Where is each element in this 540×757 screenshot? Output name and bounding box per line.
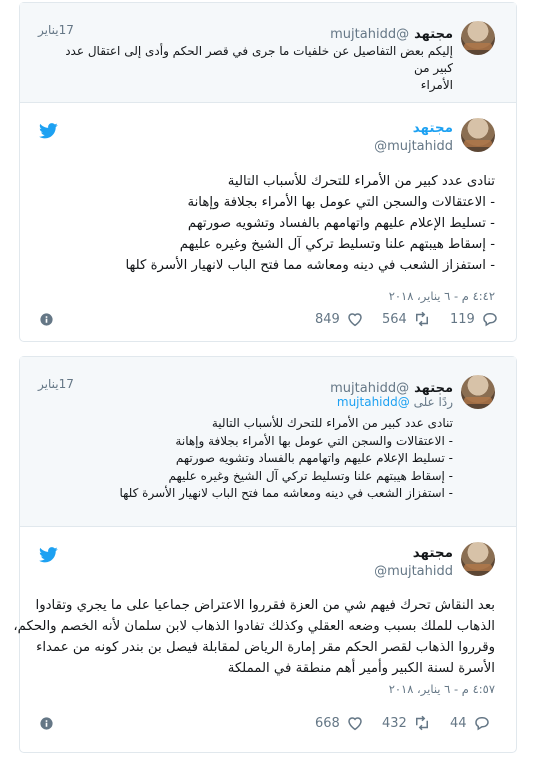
twitter-bird-icon[interactable]: [39, 123, 58, 139]
retweet-icon: [415, 715, 428, 731]
reply-button[interactable]: 119: [450, 310, 499, 328]
timestamp[interactable]: 17يناير: [38, 23, 74, 37]
text-line: - إسقاط هيبتهم علنا وتسليط تركي آل الشيخ…: [179, 237, 495, 252]
tweet-date[interactable]: ٤:٥٧ م - ٦ يناير، ٢٠١٨: [389, 682, 495, 696]
quoted-tweet-text: إليكم بعض التفاصيل عن خلفيات ما جرى في ق…: [55, 43, 453, 94]
quoted-tweet[interactable]: مجتهد @mujtahidd 17يناير ردًا على @mujta…: [20, 357, 516, 527]
text-line: - تسليط الإعلام عليهم واتهامهم بالفساد و…: [187, 216, 495, 231]
quoted-tweet[interactable]: مجتهد @mujtahidd 17يناير إليكم بعض التفا…: [20, 3, 516, 103]
quoted-tweet-header: مجتهد @mujtahidd: [330, 377, 453, 396]
reply-count: 44: [450, 715, 467, 731]
text-line: تنادى عدد كبير من الأمراء للتحرك للأسباب…: [211, 416, 453, 430]
text-line: - استفزاز الشعب في دينه ومعاشه مما فتح ا…: [119, 486, 453, 500]
display-name[interactable]: مجتهد: [374, 545, 453, 561]
text-line: - استفزاز الشعب في دينه ومعاشه مما فتح ا…: [125, 258, 495, 273]
heart-icon: [348, 717, 362, 731]
like-button[interactable]: 849: [315, 310, 364, 328]
tweet-text: تنادى عدد كبير من الأمراء للتحرك للأسباب…: [37, 171, 495, 276]
text-line: بعد النقاش تحرك فيهم شي من العزة فقرروا …: [35, 598, 495, 613]
tweet-header: مجتهد @mujtahidd: [374, 120, 453, 154]
reply-to-handle[interactable]: @mujtahidd: [337, 395, 410, 409]
text-line: الذهاب للملك بسبب وضعه العقلي وكذلك تفاد…: [13, 619, 495, 634]
tweet-text: بعد النقاش تحرك فيهم شي من العزة فقرروا …: [13, 595, 495, 679]
display-name[interactable]: مجتهد: [374, 120, 453, 136]
avatar[interactable]: [461, 118, 495, 152]
user-handle[interactable]: @mujtahidd: [374, 139, 453, 154]
reply-button[interactable]: 44: [450, 714, 491, 732]
reply-icon: [474, 717, 489, 731]
text-line: - الاعتقالات والسجن التي عومل بها الأمرا…: [187, 195, 495, 210]
text-line: الأمراء: [420, 78, 453, 92]
timestamp[interactable]: 17يناير: [38, 377, 74, 391]
text-line: - الاعتقالات والسجن التي عومل بها الأمرا…: [175, 433, 453, 448]
display-name[interactable]: مجتهد: [414, 381, 453, 396]
text-line: وقرروا الذهاب لقصر الحكم مقر إمارة الريا…: [36, 640, 495, 655]
like-button[interactable]: 668: [315, 714, 364, 732]
user-handle[interactable]: @mujtahidd: [330, 27, 409, 42]
text-line: تنادى عدد كبير من الأمراء للتحرك للأسباب…: [227, 174, 495, 189]
like-count: 668: [315, 715, 340, 731]
tweet-actions: 849 564 119: [20, 310, 516, 330]
embedded-tweet-card: مجتهد @mujtahidd 17يناير ردًا على @mujta…: [13, 356, 517, 753]
like-count: 849: [315, 311, 340, 327]
reply-icon: [483, 313, 497, 327]
user-handle[interactable]: @mujtahidd: [374, 564, 453, 579]
reply-count: 119: [450, 311, 475, 327]
tweet-header: مجتهد @mujtahidd: [374, 545, 453, 579]
tweet-date[interactable]: ٤:٤٢ م - ٦ يناير، ٢٠١٨: [389, 289, 495, 303]
text-line: - تسليط الإعلام عليهم واتهامهم بالفساد و…: [175, 451, 453, 465]
reply-to: ردًا على @mujtahidd: [337, 395, 453, 409]
tweet-actions: 668 432 44: [20, 714, 516, 734]
heart-icon: [348, 313, 362, 327]
avatar[interactable]: [461, 375, 495, 409]
avatar[interactable]: [461, 21, 495, 55]
avatar[interactable]: [461, 542, 495, 576]
retweet-count: 564: [382, 311, 407, 327]
user-handle[interactable]: @mujtahidd: [330, 381, 409, 396]
reply-to-label: ردًا على: [413, 395, 453, 409]
text-line: - إسقاط هيبتهم علنا وتسليط تركي آل الشيخ…: [168, 468, 453, 483]
retweet-button[interactable]: 432: [382, 714, 431, 732]
quoted-tweet-header: مجتهد @mujtahidd: [330, 23, 453, 42]
text-line: الأسرة لسنة الكبير وأمير أهم منطقة في ال…: [227, 661, 495, 676]
quoted-tweet-text: تنادى عدد كبير من الأمراء للتحرك للأسباب…: [55, 415, 453, 503]
retweet-icon: [415, 311, 428, 327]
twitter-bird-icon[interactable]: [39, 547, 58, 563]
info-icon[interactable]: [40, 313, 53, 326]
info-icon[interactable]: [40, 717, 53, 730]
retweet-count: 432: [382, 715, 407, 731]
embedded-tweet-card: مجتهد @mujtahidd 17يناير إليكم بعض التفا…: [19, 2, 517, 342]
retweet-button[interactable]: 564: [382, 310, 431, 328]
display-name[interactable]: مجتهد: [414, 27, 453, 42]
text-line: إليكم بعض التفاصيل عن خلفيات ما جرى في ق…: [65, 44, 453, 75]
